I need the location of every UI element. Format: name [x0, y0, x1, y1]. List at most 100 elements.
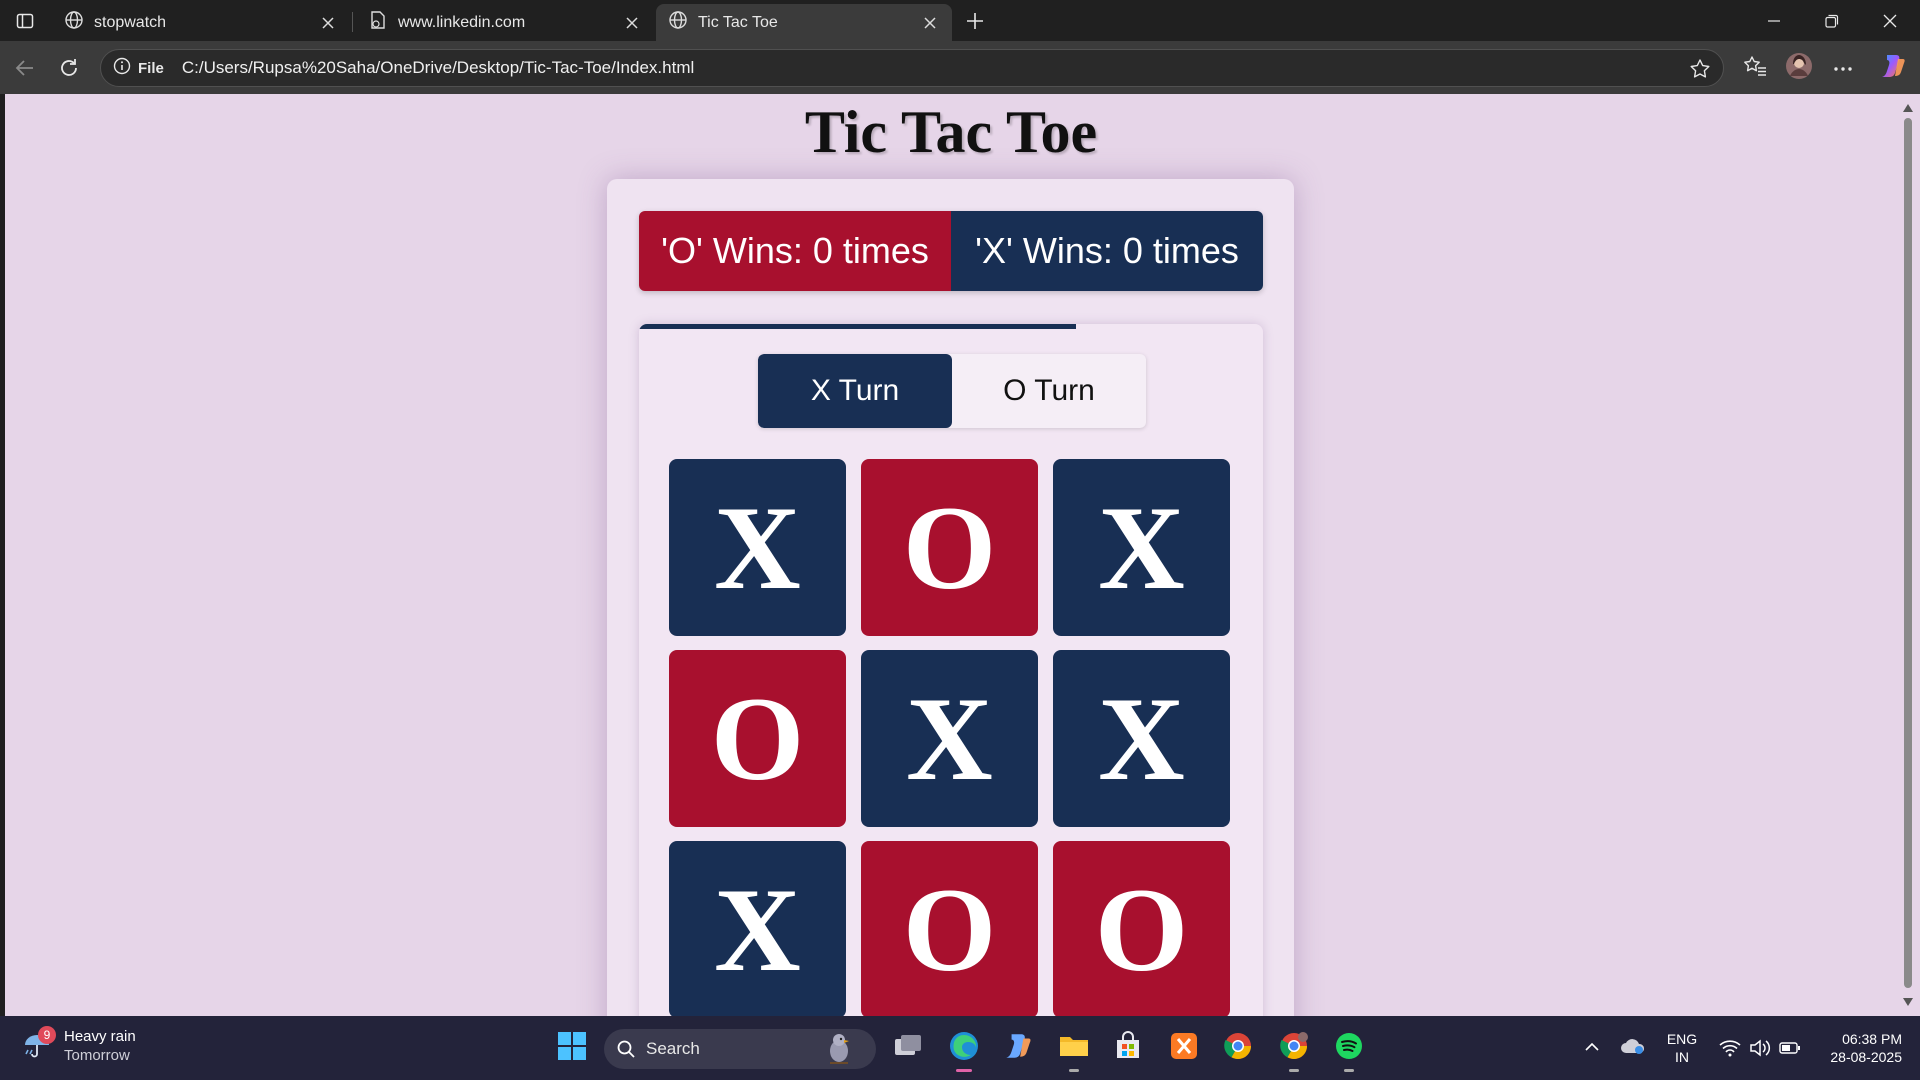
umbrella-rain-icon: 9 — [22, 1026, 56, 1062]
browser-toolbar: File C:/Users/Rupsa%20Saha/OneDrive/Desk… — [0, 41, 1920, 94]
turn-timer-bar — [639, 324, 1263, 329]
url-text[interactable]: C:/Users/Rupsa%20Saha/OneDrive/Desktop/T… — [182, 58, 694, 78]
page-icon — [368, 10, 388, 35]
back-button[interactable] — [8, 51, 42, 85]
close-icon[interactable] — [318, 13, 338, 33]
chevron-up-icon — [1585, 1039, 1599, 1057]
globe-icon — [668, 10, 688, 35]
o-wins-score: 'O' Wins: 0 times — [639, 211, 951, 291]
chrome-app-button[interactable] — [1218, 1028, 1258, 1068]
favorites-list-icon — [1743, 55, 1767, 82]
new-tab-button[interactable] — [960, 6, 990, 36]
taskbar-search[interactable]: Search — [604, 1029, 876, 1069]
wifi-icon — [1719, 1039, 1741, 1057]
close-icon[interactable] — [622, 13, 642, 33]
minimize-button[interactable] — [1745, 0, 1803, 41]
tab-label: Tic Tac Toe — [698, 13, 778, 31]
clock-time: 06:38 PM — [1842, 1031, 1902, 1047]
board-cell-5[interactable]: X — [861, 650, 1038, 827]
task-view-button[interactable] — [888, 1028, 928, 1068]
site-info-button[interactable]: File — [113, 57, 164, 80]
file-explorer-button[interactable] — [1054, 1028, 1094, 1072]
system-clock[interactable]: 06:38 PM 28-08-2025 — [1812, 1016, 1902, 1080]
language-indicator[interactable]: ENG IN — [1660, 1016, 1704, 1080]
board-cell-1[interactable]: X — [669, 459, 846, 636]
language-region: IN — [1675, 1049, 1689, 1065]
weather-widget[interactable]: 9 Heavy rain Tomorrow — [22, 1026, 136, 1064]
board-cell-9[interactable]: O — [1053, 841, 1230, 1016]
favorite-star-icon[interactable] — [1689, 58, 1711, 85]
taskbar: 9 Heavy rain Tomorrow Search ENG IN 06:3… — [0, 1016, 1920, 1080]
refresh-button[interactable] — [52, 51, 86, 85]
board-cell-2[interactable]: O — [861, 459, 1038, 636]
show-hidden-icons-button[interactable] — [1580, 1016, 1604, 1080]
page-viewport: Tic Tac Toe 'O' Wins: 0 times 'X' Wins: … — [5, 94, 1897, 1016]
language-code: ENG — [1666, 1031, 1698, 1047]
quick-settings-button[interactable] — [1712, 1016, 1808, 1080]
edge-app-button[interactable] — [944, 1028, 984, 1072]
chrome-icon — [1223, 1031, 1253, 1066]
copilot-button[interactable] — [1876, 51, 1910, 85]
spotify-app-button[interactable] — [1329, 1028, 1369, 1072]
board-cell-3[interactable]: X — [1053, 459, 1230, 636]
folder-icon — [1058, 1032, 1090, 1065]
start-button[interactable] — [554, 1030, 590, 1066]
running-app-indicator — [1344, 1069, 1354, 1072]
store-bag-icon — [1113, 1030, 1143, 1066]
spotify-icon — [1334, 1031, 1364, 1066]
page-title: Tic Tac Toe — [804, 99, 1098, 165]
tab-tic-tac-toe[interactable]: Tic Tac Toe — [656, 4, 952, 41]
page-scrollbar[interactable] — [1897, 94, 1920, 1016]
game-card: 'O' Wins: 0 times 'X' Wins: 0 times X Tu… — [607, 179, 1294, 1016]
address-bar[interactable]: File C:/Users/Rupsa%20Saha/OneDrive/Desk… — [100, 49, 1724, 87]
chrome-profile-icon — [1279, 1031, 1309, 1066]
close-icon[interactable] — [920, 13, 940, 33]
search-label: Search — [646, 1039, 700, 1058]
scroll-up-arrow-icon[interactable] — [1902, 100, 1914, 118]
search-icon — [616, 1039, 636, 1059]
chrome-profile-app-button[interactable] — [1274, 1028, 1314, 1072]
turn-timer-fill — [639, 324, 1076, 329]
turn-indicator: X Turn O Turn — [758, 354, 1146, 428]
running-app-indicator — [1069, 1069, 1079, 1072]
scheme-label: File — [138, 59, 164, 77]
board-cell-8[interactable]: O — [861, 841, 1038, 1016]
tab-label: www.linkedin.com — [398, 13, 526, 31]
tab-stopwatch[interactable]: stopwatch — [52, 4, 350, 41]
more-menu-button[interactable] — [1826, 51, 1860, 85]
tab-label: stopwatch — [94, 13, 167, 31]
globe-icon — [64, 10, 84, 35]
board-cell-4[interactable]: O — [669, 650, 846, 827]
x-turn-button[interactable]: X Turn — [758, 354, 952, 428]
game-board: X O X O X X X O O — [669, 459, 1230, 1016]
scroll-down-arrow-icon[interactable] — [1902, 994, 1914, 1012]
weather-alert-badge: 9 — [38, 1026, 56, 1044]
favorites-button[interactable] — [1738, 51, 1772, 85]
game-panel: X Turn O Turn X O X O X X X O O — [639, 324, 1263, 1016]
profile-button[interactable] — [1782, 51, 1816, 85]
scoreboard: 'O' Wins: 0 times 'X' Wins: 0 times — [639, 211, 1263, 291]
o-turn-button[interactable]: O Turn — [952, 354, 1146, 428]
store-app-button[interactable] — [1108, 1028, 1148, 1068]
restore-button[interactable] — [1803, 0, 1861, 41]
task-view-icon — [893, 1033, 923, 1064]
copilot-app-button[interactable] — [998, 1028, 1038, 1068]
bird-illustration-icon — [822, 1031, 856, 1067]
tab-divider — [352, 12, 353, 32]
close-window-button[interactable] — [1861, 0, 1919, 41]
xampp-icon — [1169, 1031, 1199, 1066]
more-dots-icon — [1833, 59, 1853, 77]
tab-linkedin[interactable]: www.linkedin.com — [356, 4, 654, 41]
board-cell-7[interactable]: X — [669, 841, 846, 1016]
xampp-app-button[interactable] — [1164, 1028, 1204, 1068]
tab-strip: stopwatch www.linkedin.com Tic Tac Toe — [0, 0, 1920, 41]
edge-icon — [948, 1030, 980, 1067]
onedrive-tray-button[interactable] — [1618, 1016, 1648, 1080]
board-cell-6[interactable]: X — [1053, 650, 1230, 827]
copilot-icon — [1003, 1031, 1033, 1066]
running-app-indicator — [1289, 1069, 1299, 1072]
weather-condition: Heavy rain — [64, 1028, 136, 1045]
sidebar-toggle-icon[interactable] — [10, 8, 40, 34]
active-app-indicator — [956, 1069, 972, 1072]
scrollbar-thumb[interactable] — [1904, 118, 1912, 988]
